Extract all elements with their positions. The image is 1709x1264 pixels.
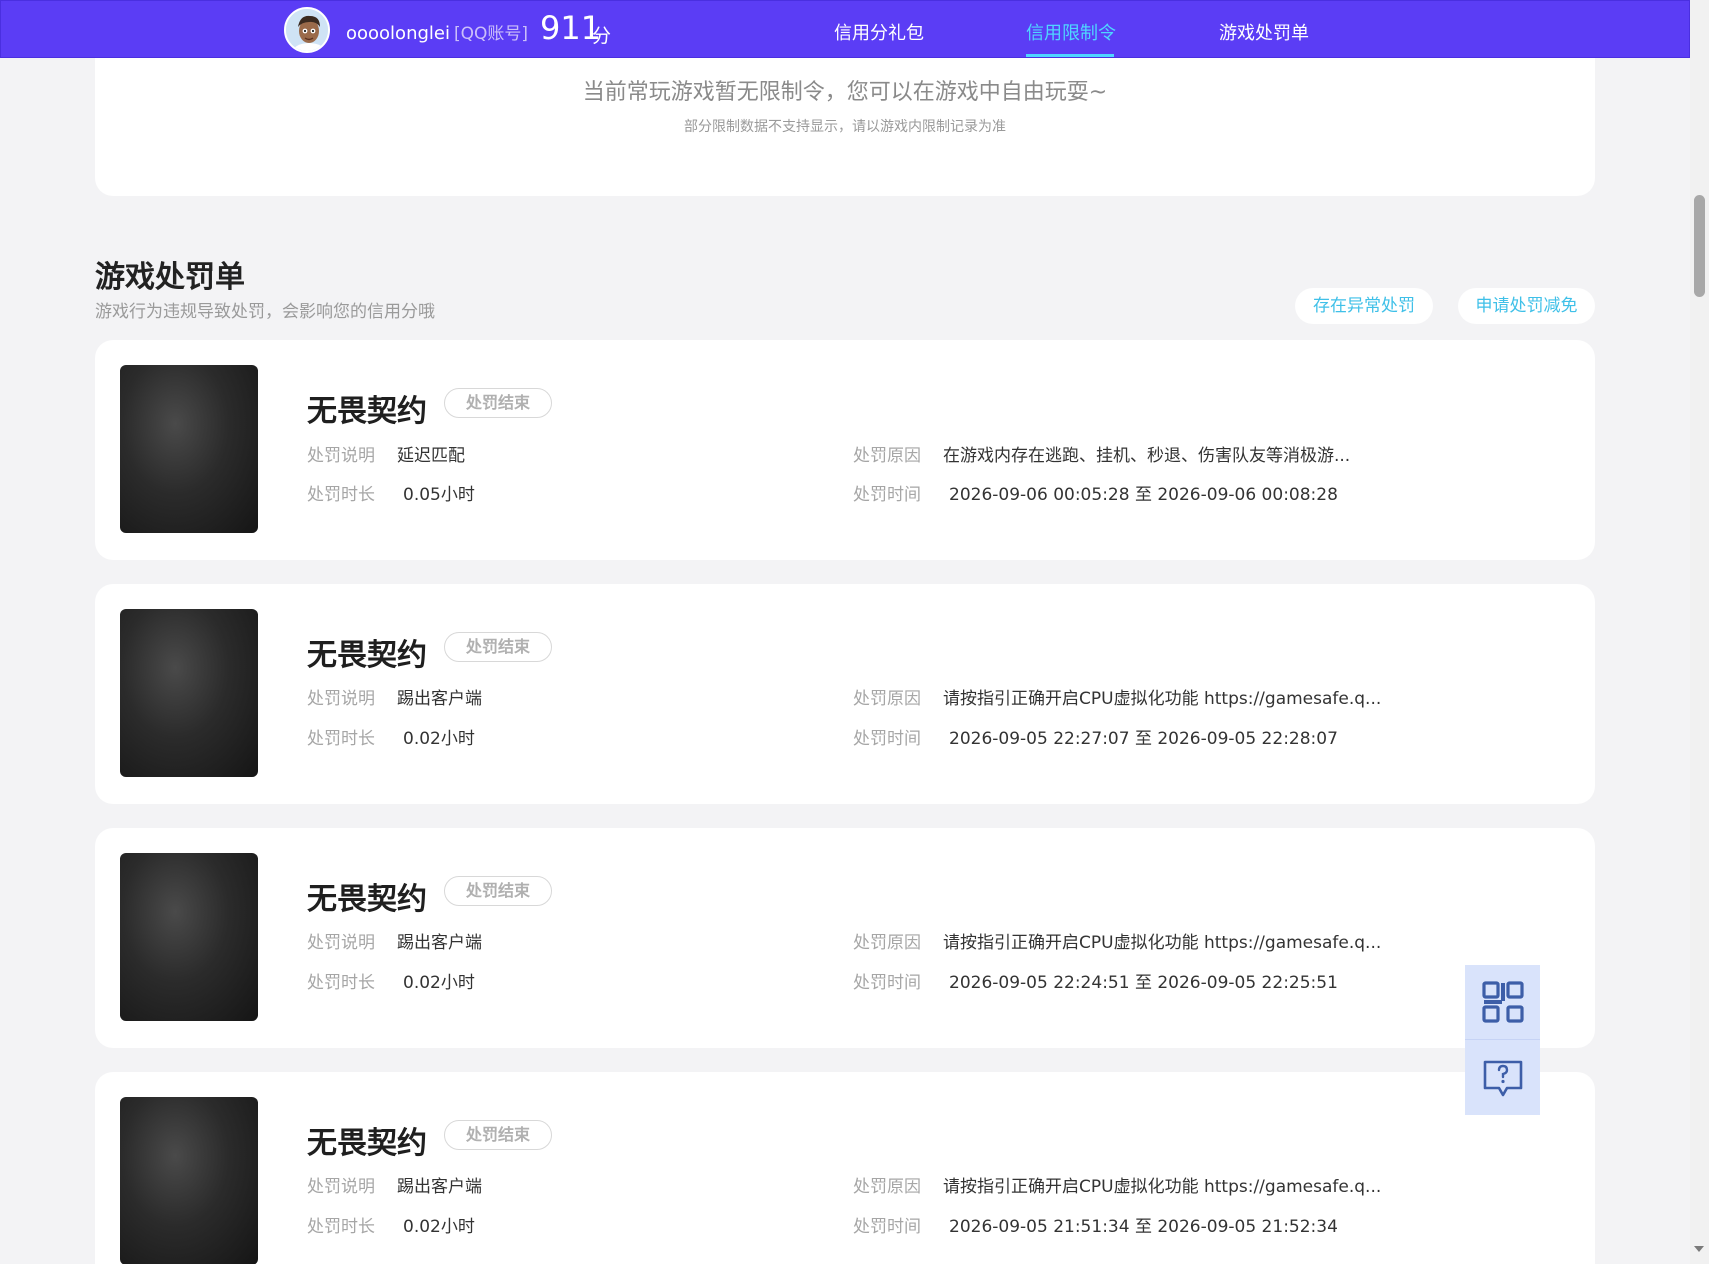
game-cover-image [120,365,258,533]
penalty-desc-value: 踢出客户端 [397,1177,482,1197]
label-penalty-time: 处罚时间 [853,973,921,993]
label-penalty-time: 处罚时间 [853,729,921,749]
label-penalty-desc: 处罚说明 [307,689,375,709]
penalty-reason-value: 请按指引正确开启CPU虚拟化功能 https://gamesafe.q... [943,689,1382,709]
restriction-card: 当前常玩游戏暂无限制令，您可以在游戏中自由玩耍~ 部分限制数据不支持显示，请以游… [95,58,1595,196]
penalty-reason-value: 请按指引正确开启CPU虚拟化功能 https://gamesafe.q... [943,933,1382,953]
status-badge: 处罚结束 [444,876,552,906]
avatar-icon [286,9,328,51]
label-penalty-reason: 处罚原因 [853,1177,921,1197]
help-chat-icon [1483,1060,1522,1096]
label-penalty-duration: 处罚时长 [307,973,375,993]
penalty-desc-value: 踢出客户端 [397,689,482,709]
qr-code-button[interactable] [1465,965,1540,1040]
floating-toolbar [1465,965,1540,1115]
username-text: oooolonglei [346,23,450,44]
qr-code-icon [1481,981,1524,1023]
apply-reduction-button[interactable]: 申请处罚减免 [1458,288,1595,324]
scrollbar-thumb[interactable] [1694,195,1705,297]
username: oooolonglei [QQ账号] [346,19,528,44]
label-penalty-duration: 处罚时长 [307,1217,375,1237]
game-name: 无畏契约 [307,882,427,917]
scroll-down-arrow-icon[interactable] [1694,1246,1704,1252]
penalty-time-value: 2026-09-06 00:05:28 至 2026-09-06 00:08:2… [949,485,1338,505]
active-tab-indicator [1026,54,1114,57]
penalty-time-value: 2026-09-05 21:51:34 至 2026-09-05 21:52:3… [949,1217,1338,1237]
penalty-duration-value: 0.02小时 [403,973,475,993]
account-type: [QQ账号] [453,24,529,44]
label-penalty-reason: 处罚原因 [853,689,921,709]
penalty-duration-value: 0.02小时 [403,1217,475,1237]
game-cover-image [120,1097,258,1264]
restriction-note: 部分限制数据不支持显示，请以游戏内限制记录为准 [684,119,1006,135]
status-badge: 处罚结束 [444,388,552,418]
game-name: 无畏契约 [307,394,427,429]
avatar[interactable] [284,7,330,53]
scrollbar[interactable] [1690,0,1709,1264]
label-penalty-time: 处罚时间 [853,1217,921,1237]
restriction-message: 当前常玩游戏暂无限制令，您可以在游戏中自由玩耍~ [582,80,1108,105]
penalty-record: 无畏契约 处罚结束 处罚说明 踢出客户端 处罚时长 0.02小时 处罚原因 请按… [95,584,1595,804]
label-penalty-reason: 处罚原因 [853,933,921,953]
section-description: 游戏行为违规导致处罚，会影响您的信用分哦 [95,302,435,322]
abnormal-penalty-button[interactable]: 存在异常处罚 [1295,288,1433,324]
label-penalty-duration: 处罚时长 [307,729,375,749]
credit-score-unit: 分 [592,25,612,47]
label-penalty-desc: 处罚说明 [307,446,375,466]
label-penalty-duration: 处罚时长 [307,485,375,505]
penalty-desc-value: 延迟匹配 [397,446,465,466]
penalty-reason-value: 请按指引正确开启CPU虚拟化功能 https://gamesafe.q... [943,1177,1382,1197]
game-cover-image [120,609,258,777]
penalty-duration-value: 0.05小时 [403,485,475,505]
penalty-duration-value: 0.02小时 [403,729,475,749]
tab-credit-restriction[interactable]: 信用限制令 [1026,19,1116,45]
penalty-time-value: 2026-09-05 22:24:51 至 2026-09-05 22:25:5… [949,973,1338,993]
tab-game-penalty[interactable]: 游戏处罚单 [1219,19,1309,45]
label-penalty-time: 处罚时间 [853,485,921,505]
penalty-record: 无畏契约 处罚结束 处罚说明 延迟匹配 处罚时长 0.05小时 处罚原因 在游戏… [95,340,1595,560]
game-name: 无畏契约 [307,1126,427,1161]
label-penalty-desc: 处罚说明 [307,933,375,953]
penalty-reason-value: 在游戏内存在逃跑、挂机、秒退、伤害队友等消极游... [943,446,1351,466]
label-penalty-desc: 处罚说明 [307,1177,375,1197]
penalty-record: 无畏契约 处罚结束 处罚说明 踢出客户端 处罚时长 0.02小时 处罚原因 请按… [95,1072,1595,1264]
penalty-record: 无畏契约 处罚结束 处罚说明 踢出客户端 处罚时长 0.02小时 处罚原因 请按… [95,828,1595,1048]
help-button[interactable] [1465,1040,1540,1115]
penalty-time-value: 2026-09-05 22:27:07 至 2026-09-05 22:28:0… [949,729,1338,749]
page: oooolonglei [QQ账号] 911 分 信用分礼包 信用限制令 游戏处罚… [0,0,1709,1264]
game-name: 无畏契约 [307,638,427,673]
status-badge: 处罚结束 [444,1120,552,1150]
game-cover-image [120,853,258,1021]
tab-credit-gift[interactable]: 信用分礼包 [834,19,924,45]
top-header: oooolonglei [QQ账号] 911 分 信用分礼包 信用限制令 游戏处罚… [0,0,1690,58]
penalty-desc-value: 踢出客户端 [397,933,482,953]
status-badge: 处罚结束 [444,632,552,662]
section-title: 游戏处罚单 [95,260,245,295]
label-penalty-reason: 处罚原因 [853,446,921,466]
